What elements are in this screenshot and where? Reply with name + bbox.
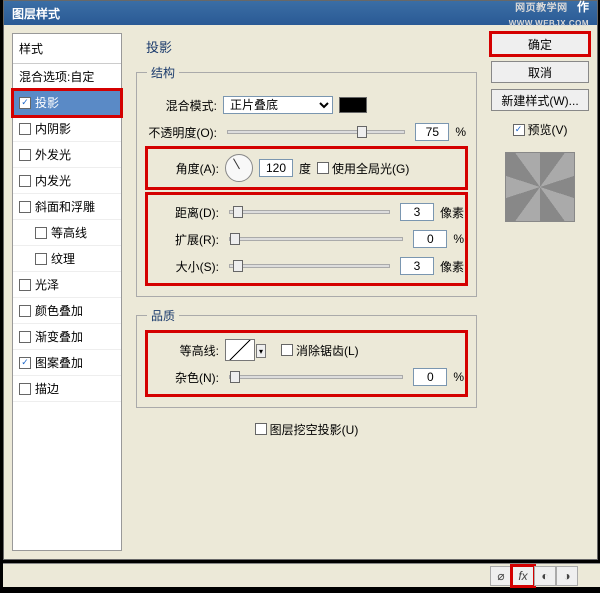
sidebar-item-bevel[interactable]: 斜面和浮雕 — [13, 194, 121, 220]
dialog-buttons: 确定 取消 新建样式(W)... 预览(V) — [491, 33, 589, 551]
opacity-label: 不透明度(O): — [147, 124, 217, 141]
checkbox-icon — [281, 344, 293, 356]
opacity-slider[interactable] — [227, 130, 405, 134]
sidebar-item-inner-glow[interactable]: 内发光 — [13, 168, 121, 194]
checkbox-icon[interactable] — [19, 357, 31, 369]
checkbox-icon — [317, 162, 329, 174]
sidebar-blend-options[interactable]: 混合选项:自定 — [13, 64, 121, 90]
layers-panel-toolbar: ⌀ fx ◐ ◑ — [3, 563, 600, 587]
angle-dial[interactable] — [225, 154, 253, 182]
size-label: 大小(S): — [149, 258, 219, 275]
noise-input[interactable] — [413, 368, 447, 386]
distance-input[interactable] — [400, 203, 434, 221]
angle-label: 角度(A): — [149, 160, 219, 177]
contour-label: 等高线: — [149, 342, 219, 359]
shadow-color-swatch[interactable] — [339, 97, 367, 113]
checkbox-icon[interactable] — [35, 227, 47, 239]
main-panel: 投影 结构 混合模式: 正片叠底 不透明度(O): % 角度(A): — [130, 33, 483, 551]
cancel-button[interactable]: 取消 — [491, 61, 589, 83]
checkbox-icon[interactable] — [19, 201, 31, 213]
preview-swatch — [505, 152, 575, 222]
checkbox-icon[interactable] — [19, 149, 31, 161]
antialias-checkbox[interactable]: 消除锯齿(L) — [281, 342, 359, 359]
noise-slider[interactable] — [229, 375, 403, 379]
new-style-button[interactable]: 新建样式(W)... — [491, 89, 589, 111]
sidebar-header: 样式 — [13, 34, 121, 64]
spread-input[interactable] — [413, 230, 447, 248]
noise-label: 杂色(N): — [149, 369, 219, 386]
structure-group: 结构 混合模式: 正片叠底 不透明度(O): % 角度(A): — [136, 64, 477, 297]
adjustment-icon[interactable]: ◑ — [556, 566, 578, 586]
angle-unit: 度 — [299, 160, 311, 177]
quality-group: 品质 等高线: ▾ 消除锯齿(L) 杂色(N): % — [136, 307, 477, 408]
watermark-url: WWW.WEBJX.COM — [509, 19, 589, 28]
sidebar-item-color-overlay[interactable]: 颜色叠加 — [13, 298, 121, 324]
blend-mode-select[interactable]: 正片叠底 — [223, 96, 333, 114]
distance-slider[interactable] — [229, 210, 390, 214]
checkbox-icon[interactable] — [19, 175, 31, 187]
fx-icon[interactable]: fx — [512, 566, 534, 586]
layer-style-dialog: 图层样式 网页教学网 作 WWW.WEBJX.COM 样式 混合选项:自定 投影… — [3, 0, 598, 560]
sidebar-item-satin[interactable]: 光泽 — [13, 272, 121, 298]
titlebar[interactable]: 图层样式 网页教学网 作 WWW.WEBJX.COM — [4, 1, 597, 25]
contour-picker[interactable]: ▾ — [225, 339, 255, 361]
sidebar-item-outer-glow[interactable]: 外发光 — [13, 142, 121, 168]
checkbox-icon[interactable] — [19, 123, 31, 135]
distance-label: 距离(D): — [149, 204, 219, 221]
spread-unit: % — [453, 232, 464, 246]
checkbox-icon — [513, 124, 525, 136]
size-unit: 像素 — [440, 258, 464, 275]
angle-input[interactable] — [259, 159, 293, 177]
checkbox-icon[interactable] — [19, 305, 31, 317]
sidebar-item-gradient-overlay[interactable]: 渐变叠加 — [13, 324, 121, 350]
sidebar-item-pattern-overlay[interactable]: 图案叠加 — [13, 350, 121, 376]
ok-button[interactable]: 确定 — [491, 33, 589, 55]
styles-sidebar: 样式 混合选项:自定 投影 内阴影 外发光 内发光 斜面和浮雕 等高线 纹理 光… — [12, 33, 122, 551]
sidebar-item-inner-shadow[interactable]: 内阴影 — [13, 116, 121, 142]
size-slider[interactable] — [229, 264, 390, 268]
sidebar-item-stroke[interactable]: 描边 — [13, 376, 121, 402]
right-cut: 作 — [577, 0, 589, 14]
distance-unit: 像素 — [440, 204, 464, 221]
checkbox-icon — [255, 423, 267, 435]
opacity-unit: % — [455, 125, 466, 139]
spread-slider[interactable] — [229, 237, 403, 241]
opacity-input[interactable] — [415, 123, 449, 141]
checkbox-icon[interactable] — [19, 383, 31, 395]
chevron-down-icon[interactable]: ▾ — [256, 344, 266, 358]
quality-legend: 品质 — [147, 307, 179, 324]
dialog-title: 图层样式 — [12, 5, 60, 22]
watermark: 网页教学网 — [515, 3, 568, 14]
structure-legend: 结构 — [147, 64, 179, 81]
preview-checkbox[interactable]: 预览(V) — [491, 121, 589, 138]
checkbox-icon[interactable] — [19, 331, 31, 343]
size-input[interactable] — [400, 257, 434, 275]
sidebar-item-drop-shadow[interactable]: 投影 — [13, 90, 121, 116]
mask-icon[interactable]: ◐ — [534, 566, 556, 586]
blend-mode-label: 混合模式: — [147, 97, 217, 114]
checkbox-icon[interactable] — [19, 279, 31, 291]
link-icon[interactable]: ⌀ — [490, 566, 512, 586]
checkbox-icon[interactable] — [19, 97, 31, 109]
panel-title: 投影 — [146, 37, 477, 56]
global-light-checkbox[interactable]: 使用全局光(G) — [317, 160, 409, 177]
spread-label: 扩展(R): — [149, 231, 219, 248]
noise-unit: % — [453, 370, 464, 384]
sidebar-item-texture[interactable]: 纹理 — [13, 246, 121, 272]
knockout-checkbox[interactable]: 图层挖空投影(U) — [255, 421, 359, 438]
checkbox-icon[interactable] — [35, 253, 47, 265]
sidebar-item-contour[interactable]: 等高线 — [13, 220, 121, 246]
